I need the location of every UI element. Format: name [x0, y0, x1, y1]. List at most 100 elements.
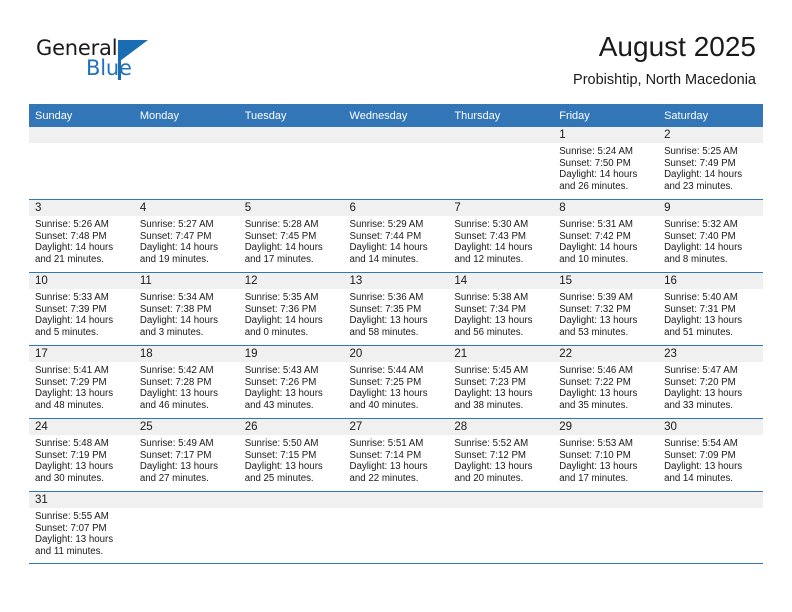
daylight-text-line1: Daylight: 13 hours	[454, 315, 533, 327]
sunset-text: Sunset: 7:38 PM	[139, 303, 212, 315]
calendar-day-cell[interactable]	[133, 127, 239, 200]
day-cell-details	[448, 143, 553, 146]
sunset-text: Sunset: 7:42 PM	[559, 230, 631, 242]
daylight-text-line2: and 48 minutes.	[35, 400, 104, 412]
daylight-text-line2: and 53 minutes.	[559, 327, 629, 339]
calendar-day-cell[interactable]: 23 Sunrise: 5:47 AM Sunset: 7:20 PM Dayligh…	[658, 345, 763, 419]
calendar-table: Sunday Monday Tuesday Wednesday Thursday…	[29, 104, 763, 564]
calendar-day-cell[interactable]: 15 Sunrise: 5:39 AM Sunset: 7:32 PM Dayligh…	[553, 272, 659, 346]
calendar-day-cell[interactable]: 26 Sunrise: 5:50 AM Sunset: 7:15 PM Dayligh…	[238, 418, 344, 492]
day-cell-details	[239, 143, 344, 146]
day-number: 1	[553, 127, 659, 143]
calendar-day-cell[interactable]: 20 Sunrise: 5:44 AM Sunset: 7:25 PM Dayligh…	[343, 345, 449, 419]
calendar-day-cell[interactable]: 7 Sunrise: 5:30 AM Sunset: 7:43 PM Daylight…	[448, 199, 554, 273]
calendar-day-cell[interactable]: 27 Sunrise: 5:51 AM Sunset: 7:14 PM Dayligh…	[343, 418, 449, 492]
calendar-day-cell[interactable]	[29, 127, 134, 200]
calendar-day-cell[interactable]: 5 Sunrise: 5:28 AM Sunset: 7:45 PM Daylight…	[238, 199, 344, 273]
calendar-day-cell[interactable]	[343, 127, 449, 200]
sunset-text: Sunset: 7:23 PM	[454, 376, 526, 388]
day-number: 19	[238, 346, 344, 362]
day-number: 3	[29, 200, 134, 216]
daylight-text-line1: Daylight: 13 hours	[664, 461, 743, 473]
sunset-text: Sunset: 7:35 PM	[349, 303, 422, 315]
calendar-day-cell[interactable]: 3 Sunrise: 5:26 AM Sunset: 7:48 PM Daylight…	[29, 199, 134, 273]
sunrise-text: Sunrise: 5:53 AM	[559, 438, 633, 449]
calendar-day-cell[interactable]: 17 Sunrise: 5:41 AM Sunset: 7:29 PM Dayligh…	[29, 345, 134, 419]
calendar-day-cell[interactable]: 16 Sunrise: 5:40 AM Sunset: 7:31 PM Dayligh…	[658, 272, 763, 346]
calendar-day-cell[interactable]: 11 Sunrise: 5:34 AM Sunset: 7:38 PM Dayligh…	[133, 272, 239, 346]
day-cell-details: Sunrise: 5:45 AM Sunset: 7:23 PM Daylight:…	[448, 362, 553, 412]
calendar-day-cell[interactable]: 13 Sunrise: 5:36 AM Sunset: 7:35 PM Dayligh…	[343, 272, 449, 346]
day-number	[448, 127, 554, 143]
daylight-text-line2: and 10 minutes.	[559, 254, 629, 266]
sunset-text: Sunset: 7:31 PM	[664, 303, 736, 315]
sunrise-text: Sunrise: 5:32 AM	[664, 219, 738, 230]
calendar-day-cell[interactable]	[448, 491, 554, 564]
daylight-text-line1: Daylight: 13 hours	[139, 461, 218, 473]
day-number	[343, 127, 449, 143]
sunset-text: Sunset: 7:40 PM	[664, 230, 736, 242]
calendar-day-cell[interactable]	[133, 491, 239, 564]
calendar-day-cell[interactable]	[448, 127, 554, 200]
daylight-text-line1: Daylight: 14 hours	[139, 315, 218, 327]
day-cell-details: Sunrise: 5:26 AM Sunset: 7:48 PM Daylight:…	[29, 216, 134, 266]
calendar-day-cell[interactable]: 9 Sunrise: 5:32 AM Sunset: 7:40 PM Daylight…	[658, 199, 763, 273]
calendar-day-cell[interactable]: 31 Sunrise: 5:55 AM Sunset: 7:07 PM Dayligh…	[29, 491, 134, 564]
day-cell-inner	[238, 492, 344, 564]
calendar-day-cell[interactable]	[238, 491, 344, 564]
day-cell-details	[134, 143, 239, 146]
calendar-day-cell[interactable]: 30 Sunrise: 5:54 AM Sunset: 7:09 PM Dayligh…	[658, 418, 763, 492]
sunrise-text: Sunrise: 5:55 AM	[35, 511, 109, 522]
calendar-day-cell[interactable]: 2 Sunrise: 5:25 AM Sunset: 7:49 PM Daylight…	[658, 127, 763, 200]
calendar-day-cell[interactable]: 1 Sunrise: 5:24 AM Sunset: 7:50 PM Daylight…	[553, 127, 659, 200]
calendar-day-cell[interactable]: 18 Sunrise: 5:42 AM Sunset: 7:28 PM Dayligh…	[133, 345, 239, 419]
calendar-day-cell[interactable]: 25 Sunrise: 5:49 AM Sunset: 7:17 PM Dayligh…	[133, 418, 239, 492]
day-number: 17	[29, 346, 134, 362]
day-cell-details	[239, 508, 344, 511]
calendar-day-cell[interactable]: 12 Sunrise: 5:35 AM Sunset: 7:36 PM Dayligh…	[238, 272, 344, 346]
calendar-day-cell[interactable]	[343, 491, 449, 564]
calendar-day-cell[interactable]: 4 Sunrise: 5:27 AM Sunset: 7:47 PM Daylight…	[133, 199, 239, 273]
calendar-day-cell[interactable]: 10 Sunrise: 5:33 AM Sunset: 7:39 PM Dayligh…	[29, 272, 134, 346]
calendar-day-cell[interactable]: 24 Sunrise: 5:48 AM Sunset: 7:19 PM Dayligh…	[29, 418, 134, 492]
sunset-text: Sunset: 7:29 PM	[35, 376, 107, 388]
daylight-text-line1: Daylight: 14 hours	[349, 242, 428, 254]
daylight-text-line2: and 23 minutes.	[664, 181, 733, 193]
daylight-text-line2: and 30 minutes.	[35, 473, 104, 485]
day-cell-inner: 6 Sunrise: 5:29 AM Sunset: 7:44 PM Daylight…	[343, 200, 449, 272]
day-cell-inner: 11 Sunrise: 5:34 AM Sunset: 7:38 PM Dayligh…	[133, 273, 239, 345]
sunrise-text: Sunrise: 5:39 AM	[559, 292, 633, 303]
page-title: August 2025	[598, 31, 756, 62]
sunset-text: Sunset: 7:28 PM	[139, 376, 212, 388]
sunset-text: Sunset: 7:19 PM	[35, 449, 107, 461]
daylight-text-line2: and 26 minutes.	[559, 181, 629, 193]
calendar-body: 1 Sunrise: 5:24 AM Sunset: 7:50 PM Daylight…	[29, 127, 763, 564]
calendar-day-cell[interactable]: 6 Sunrise: 5:29 AM Sunset: 7:44 PM Daylight…	[343, 199, 449, 273]
sunset-text: Sunset: 7:10 PM	[559, 449, 631, 461]
daylight-text-line2: and 33 minutes.	[664, 400, 733, 412]
day-cell-details	[553, 508, 658, 511]
calendar-day-cell[interactable]: 28 Sunrise: 5:52 AM Sunset: 7:12 PM Dayligh…	[448, 418, 554, 492]
day-number	[658, 492, 763, 508]
day-cell-details: Sunrise: 5:30 AM Sunset: 7:43 PM Daylight:…	[448, 216, 553, 266]
day-cell-inner	[343, 127, 449, 199]
sunrise-text: Sunrise: 5:47 AM	[664, 365, 738, 376]
calendar-day-cell[interactable]: 8 Sunrise: 5:31 AM Sunset: 7:42 PM Daylight…	[553, 199, 659, 273]
sunrise-text: Sunrise: 5:27 AM	[139, 219, 214, 230]
calendar-day-cell[interactable]	[553, 491, 659, 564]
sunset-text: Sunset: 7:20 PM	[664, 376, 736, 388]
calendar-day-cell[interactable]: 21 Sunrise: 5:45 AM Sunset: 7:23 PM Dayligh…	[448, 345, 554, 419]
daylight-text-line1: Daylight: 14 hours	[559, 242, 638, 254]
sunrise-text: Sunrise: 5:30 AM	[454, 219, 529, 230]
calendar-day-cell[interactable]: 14 Sunrise: 5:38 AM Sunset: 7:34 PM Dayligh…	[448, 272, 554, 346]
calendar-day-cell[interactable]: 19 Sunrise: 5:43 AM Sunset: 7:26 PM Dayligh…	[238, 345, 344, 419]
daylight-text-line2: and 21 minutes.	[35, 254, 104, 266]
day-cell-details: Sunrise: 5:34 AM Sunset: 7:38 PM Daylight:…	[134, 289, 239, 339]
calendar-day-cell[interactable]	[658, 491, 763, 564]
sunrise-text: Sunrise: 5:48 AM	[35, 438, 109, 449]
sunset-text: Sunset: 7:36 PM	[244, 303, 317, 315]
calendar-day-cell[interactable]: 22 Sunrise: 5:46 AM Sunset: 7:22 PM Dayligh…	[553, 345, 659, 419]
calendar-day-cell[interactable]	[238, 127, 344, 200]
calendar-day-cell[interactable]: 29 Sunrise: 5:53 AM Sunset: 7:10 PM Dayligh…	[553, 418, 659, 492]
sunrise-text: Sunrise: 5:40 AM	[664, 292, 738, 303]
